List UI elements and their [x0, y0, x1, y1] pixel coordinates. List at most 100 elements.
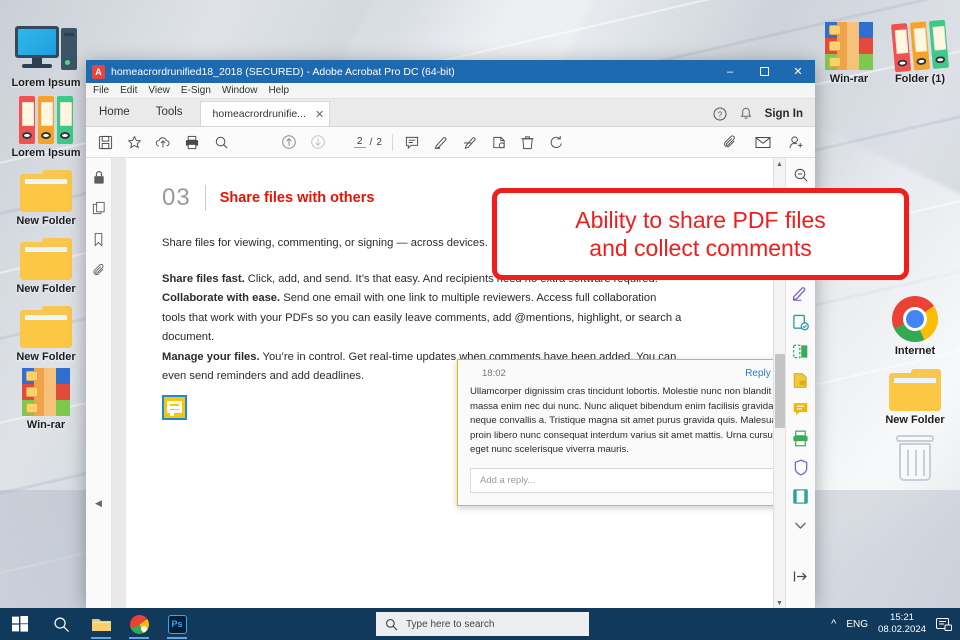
desktop-icon-new-folder-2[interactable]: New Folder — [3, 224, 89, 296]
computer-icon — [3, 18, 89, 74]
tray-expand-chevron-icon[interactable]: ^ — [831, 618, 836, 630]
callout-line-2: and collect comments — [589, 235, 812, 261]
chrome-icon — [872, 286, 958, 342]
strikethrough-icon[interactable] — [461, 133, 479, 151]
minimize-button[interactable]: – — [713, 60, 747, 83]
acrobat-window: A homeacrordrunified18_2018 (SECURED) - … — [86, 60, 815, 609]
scan-and-ocr-icon[interactable] — [792, 429, 810, 447]
comment-tool-icon[interactable] — [792, 400, 810, 418]
binders-icon — [877, 14, 960, 73]
menu-item-help[interactable]: Help — [268, 85, 289, 96]
redact-icon[interactable] — [792, 371, 810, 389]
desktop-icon-label: Win-rar — [26, 419, 66, 431]
search-icon[interactable] — [212, 133, 230, 151]
security-lock-icon[interactable] — [90, 168, 108, 186]
close-button[interactable]: ✕ — [781, 60, 815, 83]
rotate-icon[interactable] — [548, 133, 566, 151]
desktop-icon-winrar-left[interactable]: Win-rar — [3, 360, 89, 432]
attachments-icon[interactable] — [90, 261, 108, 279]
desktop-icon-binders[interactable]: Lorem Ipsum — [3, 88, 89, 160]
taskbar-search-icon[interactable] — [44, 608, 78, 640]
save-icon[interactable] — [96, 133, 114, 151]
next-page-icon[interactable] — [309, 133, 327, 151]
attach-file-icon[interactable] — [721, 133, 739, 151]
scroll-up-icon[interactable]: ▲ — [774, 158, 785, 170]
stamp-icon[interactable] — [490, 133, 508, 151]
comment-marker-icon[interactable] — [162, 394, 187, 420]
desktop-icon-new-folder-1[interactable]: New Folder — [3, 156, 89, 228]
clock[interactable]: 15:21 08.02.2024 — [878, 612, 926, 636]
previous-page-icon[interactable] — [280, 133, 298, 151]
send-for-signature-icon[interactable] — [792, 313, 810, 331]
desktop-icon-internet[interactable]: Internet — [872, 286, 958, 358]
menu-item-view[interactable]: View — [148, 85, 170, 96]
callout-line-1: Ability to share PDF files — [575, 207, 826, 233]
help-icon[interactable]: ? — [713, 107, 727, 121]
start-button[interactable] — [0, 616, 40, 632]
organize-pages-icon[interactable] — [792, 342, 810, 360]
sign-in-button[interactable]: Sign In — [765, 108, 803, 120]
taskbar-chrome-icon[interactable] — [122, 608, 156, 640]
clock-time: 15:21 — [889, 612, 914, 623]
comment-reply-input[interactable]: Add a reply... — [470, 467, 785, 493]
window-titlebar[interactable]: A homeacrordrunified18_2018 (SECURED) - … — [86, 60, 815, 83]
comment-popup[interactable]: 18:02 Reply ✕ Ullamcorper dignissim cras… — [457, 359, 785, 506]
toolbar-divider — [391, 133, 393, 151]
taskbar-search-box[interactable]: Type here to search — [376, 612, 589, 636]
comment-reply-placeholder: Add a reply... — [480, 474, 536, 486]
tab-home[interactable]: Home — [86, 98, 143, 126]
rich-media-icon[interactable] — [792, 487, 810, 505]
action-center-icon[interactable] — [936, 617, 952, 631]
paragraph-text: Share files for viewing, commenting, or … — [162, 237, 488, 249]
clock-date: 08.02.2024 — [877, 624, 926, 635]
desktop-icon-label: Folder (1) — [894, 73, 946, 85]
menu-item-esign[interactable]: E-Sign — [181, 85, 211, 96]
recycle-bin-icon — [872, 425, 958, 481]
scrollbar-thumb[interactable] — [775, 354, 785, 428]
maximize-button[interactable] — [747, 60, 781, 83]
section-title: Share files with others — [219, 190, 375, 206]
highlight-icon[interactable] — [432, 133, 450, 151]
email-icon[interactable] — [754, 133, 772, 151]
desktop-icon-new-folder-3[interactable]: New Folder — [3, 292, 89, 364]
desktop-icon-recycle-bin[interactable] — [872, 425, 958, 481]
bookmarks-icon[interactable] — [90, 230, 108, 248]
search-icon — [386, 618, 398, 630]
menu-item-window[interactable]: Window — [222, 85, 258, 96]
tab-document[interactable]: homeacrordrunifie... ✕ — [199, 101, 330, 126]
acrobat-logo-icon: A — [92, 64, 105, 79]
menu-item-file[interactable]: File — [93, 85, 109, 96]
taskbar-file-explorer-icon[interactable] — [84, 608, 118, 640]
section-number: 03 — [162, 184, 191, 211]
comment-reply-link[interactable]: Reply — [745, 368, 771, 379]
delete-icon[interactable] — [519, 133, 537, 151]
print-icon[interactable] — [183, 133, 201, 151]
folder-icon — [3, 224, 89, 280]
paragraph-lead: Manage your files. — [162, 350, 260, 363]
desktop-icon-folder-1[interactable]: Folder (1) — [877, 14, 960, 86]
folder-icon — [3, 156, 89, 212]
tab-tools[interactable]: Tools — [143, 98, 196, 126]
collapse-panel-icon[interactable]: ◀ — [95, 498, 102, 509]
add-comment-icon[interactable] — [403, 133, 421, 151]
language-indicator[interactable]: ENG — [846, 619, 868, 630]
desktop-icon-computer[interactable]: Lorem Ipsum — [3, 18, 89, 90]
protect-shield-icon[interactable] — [792, 458, 810, 476]
close-icon[interactable]: ✕ — [315, 108, 324, 121]
tab-document-label: homeacrordrunifie... — [212, 108, 306, 120]
page-current-input[interactable]: 2 — [354, 136, 366, 148]
add-user-icon[interactable] — [787, 133, 805, 151]
fill-and-sign-icon[interactable] — [792, 284, 810, 302]
bell-icon[interactable] — [740, 107, 752, 121]
paragraph-lead: Collaborate with ease. — [162, 292, 281, 304]
upload-cloud-icon[interactable] — [154, 133, 172, 151]
expand-panel-icon[interactable] — [792, 567, 810, 585]
taskbar-photoshop-icon[interactable]: Ps — [160, 608, 194, 640]
menu-item-edit[interactable]: Edit — [120, 85, 137, 96]
page-indicator[interactable]: 2 / 2 — [354, 136, 382, 148]
zoom-search-icon[interactable] — [792, 166, 810, 184]
favorite-star-icon[interactable] — [125, 133, 143, 151]
desktop-icon-new-folder-right[interactable]: New Folder — [872, 355, 958, 427]
page-thumbnails-icon[interactable] — [90, 199, 108, 217]
more-tools-chevron-icon[interactable] — [792, 516, 810, 534]
